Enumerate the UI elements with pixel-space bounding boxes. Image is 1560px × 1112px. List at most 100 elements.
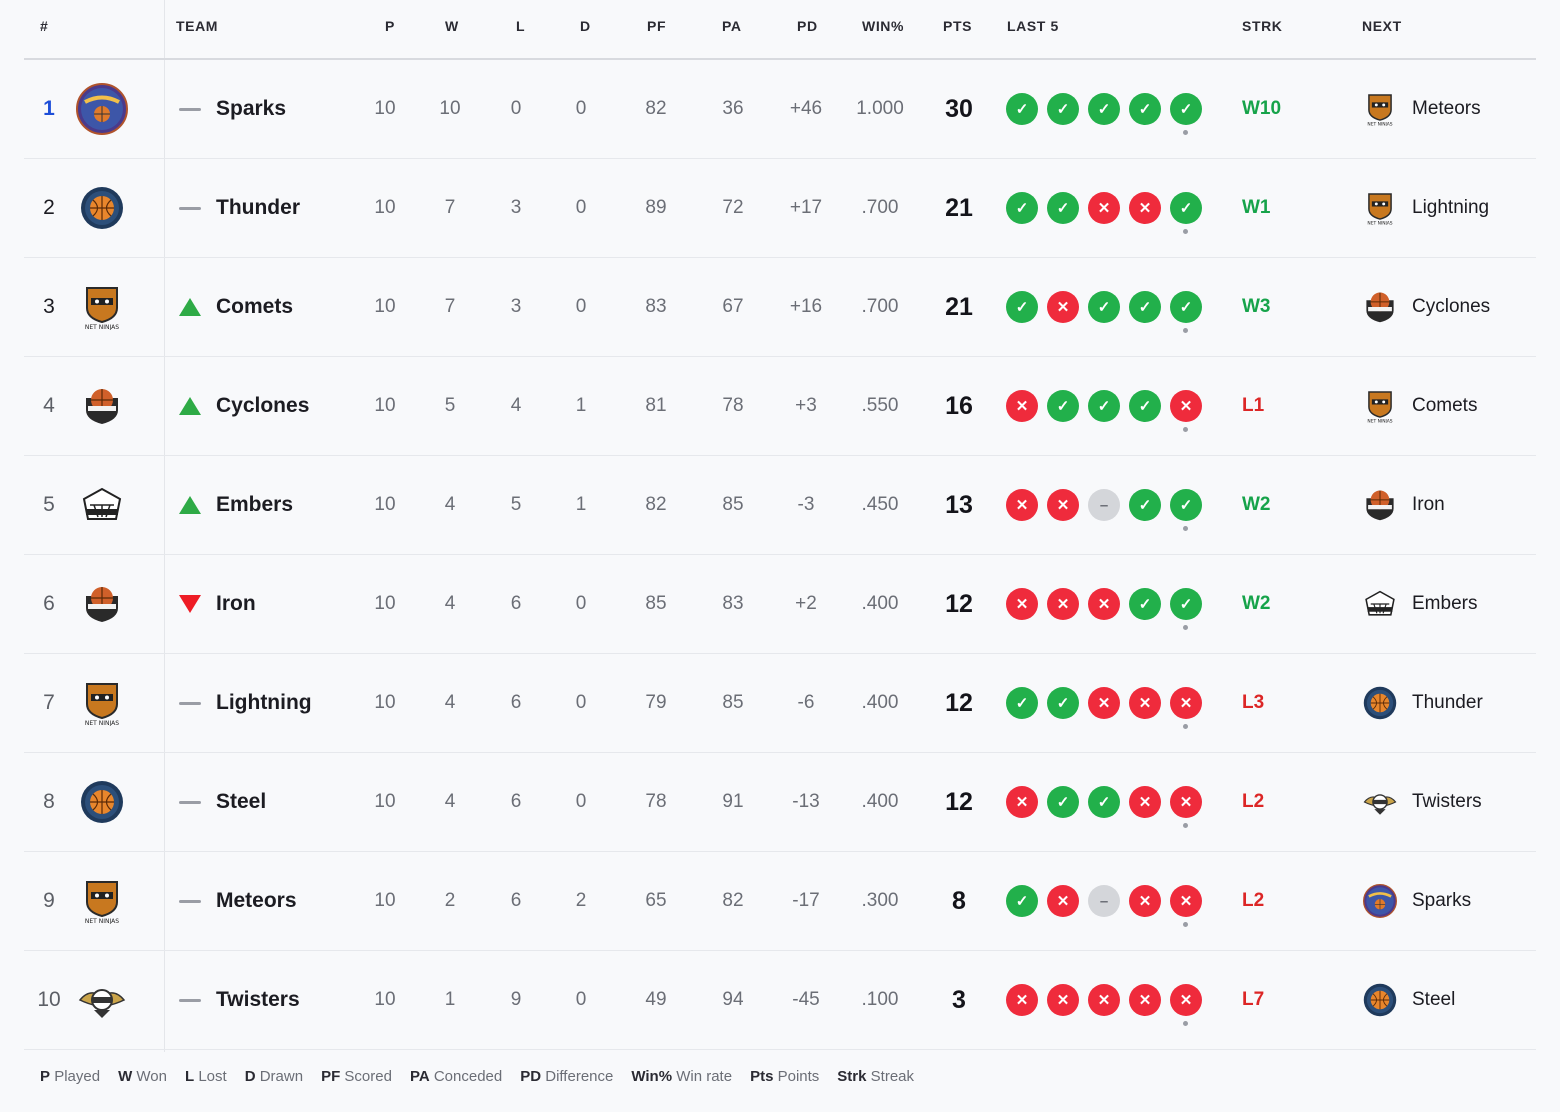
loss-x-icon[interactable]: ✕ bbox=[1170, 885, 1202, 917]
header-conceded[interactable]: PA bbox=[722, 18, 742, 34]
header-scored[interactable]: PF bbox=[647, 18, 666, 34]
basketball-team-logo[interactable] bbox=[76, 776, 128, 828]
win-check-icon[interactable]: ✓ bbox=[1170, 291, 1202, 323]
team-name[interactable]: Embers bbox=[216, 493, 293, 517]
win-check-icon[interactable]: ✓ bbox=[1047, 192, 1079, 224]
win-check-icon[interactable]: ✓ bbox=[1047, 93, 1079, 125]
next-opponent-logo[interactable] bbox=[1362, 883, 1398, 919]
team-name[interactable]: Thunder bbox=[216, 196, 300, 220]
loss-x-icon[interactable]: ✕ bbox=[1170, 390, 1202, 422]
header-played[interactable]: P bbox=[385, 18, 395, 34]
basketball-team-logo[interactable] bbox=[76, 182, 128, 234]
win-check-icon[interactable]: ✓ bbox=[1006, 291, 1038, 323]
next-opponent-logo[interactable]: NET NINJAS bbox=[1362, 190, 1398, 226]
next-opponent-logo[interactable] bbox=[1362, 784, 1398, 820]
next-opponent-name[interactable]: Iron bbox=[1412, 494, 1445, 516]
alley-oops-team-logo[interactable] bbox=[76, 83, 128, 135]
next-opponent-name[interactable]: Lightning bbox=[1412, 197, 1489, 219]
loss-x-icon[interactable]: ✕ bbox=[1047, 291, 1079, 323]
table-row[interactable]: 7 NET NINJAS Lightning 10 4 6 0 79 85 -6 .400 12 ✓ ✓ ✕… bbox=[24, 654, 1536, 753]
win-check-icon[interactable]: ✓ bbox=[1006, 93, 1038, 125]
table-row[interactable]: 8 Steel 10 4 6 0 78 91 -13 .400 12 ✕ ✓ ✓ ✕ ✕ L2 Twisters bbox=[24, 753, 1536, 852]
loss-x-icon[interactable]: ✕ bbox=[1170, 687, 1202, 719]
win-check-icon[interactable]: ✓ bbox=[1129, 291, 1161, 323]
loss-x-icon[interactable]: ✕ bbox=[1006, 984, 1038, 1016]
loss-x-icon[interactable]: ✕ bbox=[1088, 192, 1120, 224]
table-row[interactable]: 4 Cyclones 10 5 4 1 81 78 +3 .550 16 ✕ ✓ ✓ ✓ ✕ L1 NET NIN… bbox=[24, 357, 1536, 456]
loss-x-icon[interactable]: ✕ bbox=[1047, 885, 1079, 917]
draw-dash-icon[interactable]: – bbox=[1088, 489, 1120, 521]
win-check-icon[interactable]: ✓ bbox=[1047, 390, 1079, 422]
net-ninjas-team-logo[interactable]: NET NINJAS bbox=[76, 677, 128, 729]
next-opponent-name[interactable]: Comets bbox=[1412, 395, 1477, 417]
win-check-icon[interactable]: ✓ bbox=[1088, 93, 1120, 125]
win-check-icon[interactable]: ✓ bbox=[1129, 489, 1161, 521]
table-row[interactable]: 9 NET NINJAS Meteors 10 2 6 2 65 82 -17.300 8 ✓ ✕ – ✕ ✕… bbox=[24, 852, 1536, 951]
loss-x-icon[interactable]: ✕ bbox=[1047, 489, 1079, 521]
table-row[interactable]: 1 Sparks 10 10 0 0 82 36 +46 1.000 30 ✓ ✓ ✓ ✓ ✓ W10 NET N… bbox=[24, 60, 1536, 159]
win-check-icon[interactable]: ✓ bbox=[1006, 885, 1038, 917]
next-opponent-name[interactable]: Meteors bbox=[1412, 98, 1481, 120]
shield-ball-team-logo[interactable] bbox=[76, 380, 128, 432]
next-opponent-logo[interactable]: NET NINJAS bbox=[1362, 388, 1398, 424]
table-row[interactable]: 6 Iron 10 4 6 0 85 83 +2 .400 12 ✕ ✕ ✕ ✓ ✓ W2 Embers bbox=[24, 555, 1536, 654]
next-opponent-name[interactable]: Twisters bbox=[1412, 791, 1482, 813]
next-opponent-name[interactable]: Thunder bbox=[1412, 692, 1483, 714]
table-row[interactable]: 3 NET NINJAS Comets 10 7 3 0 83 67 +16.700 21 ✓ ✕ ✓ ✓ ✓… bbox=[24, 258, 1536, 357]
team-name[interactable]: Cyclones bbox=[216, 394, 309, 418]
loss-x-icon[interactable]: ✕ bbox=[1129, 885, 1161, 917]
next-opponent-logo[interactable] bbox=[1362, 487, 1398, 523]
win-check-icon[interactable]: ✓ bbox=[1088, 786, 1120, 818]
header-drawn[interactable]: D bbox=[580, 18, 591, 34]
next-opponent-name[interactable]: Sparks bbox=[1412, 890, 1471, 912]
team-name[interactable]: Lightning bbox=[216, 691, 312, 715]
header-points[interactable]: PTS bbox=[943, 18, 972, 34]
loss-x-icon[interactable]: ✕ bbox=[1088, 687, 1120, 719]
win-check-icon[interactable]: ✓ bbox=[1129, 390, 1161, 422]
loss-x-icon[interactable]: ✕ bbox=[1047, 588, 1079, 620]
loss-x-icon[interactable]: ✕ bbox=[1006, 786, 1038, 818]
next-opponent-logo[interactable] bbox=[1362, 982, 1398, 1018]
net-ninjas-team-logo[interactable]: NET NINJAS bbox=[76, 281, 128, 333]
header-rank[interactable]: # bbox=[40, 18, 48, 34]
loss-x-icon[interactable]: ✕ bbox=[1006, 390, 1038, 422]
loss-x-icon[interactable]: ✕ bbox=[1006, 489, 1038, 521]
next-opponent-logo[interactable] bbox=[1362, 289, 1398, 325]
win-check-icon[interactable]: ✓ bbox=[1129, 93, 1161, 125]
loss-x-icon[interactable]: ✕ bbox=[1006, 588, 1038, 620]
next-opponent-name[interactable]: Cyclones bbox=[1412, 296, 1490, 318]
next-opponent-logo[interactable] bbox=[1362, 685, 1398, 721]
win-check-icon[interactable]: ✓ bbox=[1129, 588, 1161, 620]
loss-x-icon[interactable]: ✕ bbox=[1170, 984, 1202, 1016]
header-lost[interactable]: L bbox=[516, 18, 525, 34]
header-win-rate[interactable]: WIN% bbox=[862, 18, 904, 34]
win-check-icon[interactable]: ✓ bbox=[1047, 786, 1079, 818]
loss-x-icon[interactable]: ✕ bbox=[1129, 192, 1161, 224]
win-check-icon[interactable]: ✓ bbox=[1006, 192, 1038, 224]
table-row[interactable]: 2 Thunder 10 7 3 0 89 72 +17 .700 21 ✓ ✓ ✕ ✕ ✓ W1 NET NIN… bbox=[24, 159, 1536, 258]
win-check-icon[interactable]: ✓ bbox=[1088, 390, 1120, 422]
next-opponent-name[interactable]: Embers bbox=[1412, 593, 1477, 615]
win-check-icon[interactable]: ✓ bbox=[1170, 192, 1202, 224]
hoop-badge-team-logo[interactable] bbox=[76, 479, 128, 531]
win-check-icon[interactable]: ✓ bbox=[1170, 93, 1202, 125]
winged-ball-team-logo[interactable] bbox=[76, 974, 128, 1026]
header-streak[interactable]: STRK bbox=[1242, 18, 1283, 34]
team-name[interactable]: Twisters bbox=[216, 988, 300, 1012]
win-check-icon[interactable]: ✓ bbox=[1006, 687, 1038, 719]
header-team[interactable]: TEAM bbox=[176, 18, 218, 34]
loss-x-icon[interactable]: ✕ bbox=[1129, 984, 1161, 1016]
loss-x-icon[interactable]: ✕ bbox=[1088, 588, 1120, 620]
draw-dash-icon[interactable]: – bbox=[1088, 885, 1120, 917]
next-opponent-logo[interactable] bbox=[1362, 586, 1398, 622]
shield-ball-team-logo[interactable] bbox=[76, 578, 128, 630]
team-name[interactable]: Sparks bbox=[216, 97, 286, 121]
win-check-icon[interactable]: ✓ bbox=[1088, 291, 1120, 323]
team-name[interactable]: Iron bbox=[216, 592, 256, 616]
loss-x-icon[interactable]: ✕ bbox=[1129, 786, 1161, 818]
next-opponent-logo[interactable]: NET NINJAS bbox=[1362, 91, 1398, 127]
team-name[interactable]: Comets bbox=[216, 295, 293, 319]
win-check-icon[interactable]: ✓ bbox=[1170, 588, 1202, 620]
loss-x-icon[interactable]: ✕ bbox=[1129, 687, 1161, 719]
table-row[interactable]: 5 Embers 10 4 5 1 82 85 -3.450 13 ✕ ✕ – ✓ ✓ W2 Iron bbox=[24, 456, 1536, 555]
